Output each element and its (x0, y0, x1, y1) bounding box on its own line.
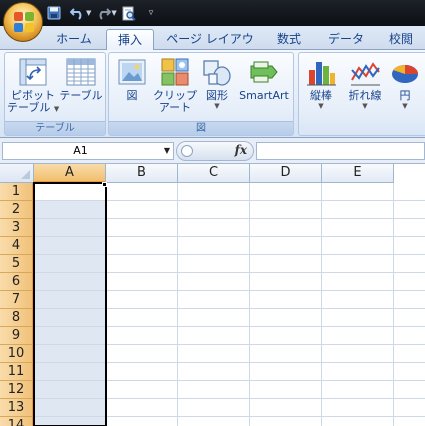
group-label-illustrations: 図 (109, 121, 293, 135)
row-header-2[interactable]: 2 (0, 201, 34, 219)
customize-toolbar-icon[interactable]: ▿ (149, 8, 154, 18)
table-label: テーブル (59, 89, 103, 102)
selection-border (33, 182, 107, 426)
row-header-3[interactable]: 3 (0, 219, 34, 237)
row-header-4[interactable]: 4 (0, 237, 34, 255)
grid-column-line (321, 183, 322, 426)
insert-function-button[interactable]: fx (235, 143, 247, 157)
undo-dropdown-icon[interactable]: ▼ (86, 9, 91, 17)
table-icon (65, 56, 97, 88)
tab-formulas[interactable]: 数式 (266, 29, 312, 50)
smartart-label: SmartArt (239, 89, 289, 102)
shapes-icon (201, 56, 233, 88)
redo-button[interactable] (95, 5, 112, 21)
column-chart-icon (305, 56, 337, 88)
row-header-6[interactable]: 6 (0, 273, 34, 291)
name-box-value: A1 (73, 144, 88, 157)
select-all-button[interactable] (0, 164, 34, 183)
column-chart-button[interactable]: 縦棒 ▼ (301, 56, 341, 110)
picture-label: 図 (126, 89, 138, 102)
smartart-button[interactable]: SmartArt (237, 56, 291, 102)
line-chart-icon (349, 56, 381, 88)
pivot-table-icon (17, 56, 49, 88)
ribbon-group-tables: ピボット テーブル ▼ テーブル テーブル (4, 52, 106, 136)
row-header-7[interactable]: 7 (0, 291, 34, 309)
column-chart-dropdown-icon: ▼ (318, 102, 324, 110)
pie-chart-label: 円 (399, 89, 411, 102)
row-header-9[interactable]: 9 (0, 327, 34, 345)
ribbon-group-illustrations: 図 クリップ アート 図形 ▼ SmartArt 図 (108, 52, 294, 136)
grid-column-line (393, 183, 394, 426)
smartart-icon (248, 56, 280, 88)
tab-data[interactable]: データ (320, 29, 372, 50)
office-button[interactable] (3, 2, 43, 42)
line-chart-dropdown-icon: ▼ (362, 102, 368, 110)
row-header-10[interactable]: 10 (0, 345, 34, 363)
save-button[interactable] (46, 5, 62, 21)
clip-art-icon (159, 56, 191, 88)
grid-column-line (249, 183, 250, 426)
undo-icon (70, 8, 82, 20)
column-header-b[interactable]: B (106, 164, 178, 183)
clip-art-button[interactable]: クリップ アート (153, 56, 197, 114)
insert-function-area: fx (176, 141, 254, 161)
group-label-tables: テーブル (5, 121, 105, 135)
print-preview-button[interactable] (121, 5, 137, 21)
picture-icon (116, 56, 148, 88)
line-chart-label: 折れ線 (348, 89, 382, 102)
column-header-e[interactable]: E (322, 164, 394, 183)
shapes-label: 図形 (206, 89, 228, 102)
pivot-table-button[interactable]: ピボット テーブル ▼ (7, 56, 59, 115)
pivot-table-label-2-text: テーブル (7, 101, 51, 114)
pie-chart-icon (389, 56, 421, 88)
formula-bar-resize-handle[interactable] (181, 145, 193, 157)
pie-chart-dropdown-icon: ▼ (402, 102, 408, 110)
quick-access-toolbar: ▼ ▼ ▿ (46, 4, 153, 22)
undo-button[interactable] (70, 5, 86, 21)
row-header-1[interactable]: 1 (0, 183, 34, 201)
row-header-14[interactable]: 14 (0, 417, 34, 426)
row-header-5[interactable]: 5 (0, 255, 34, 273)
pie-chart-button[interactable]: 円 ▼ (387, 56, 423, 110)
column-header-c[interactable]: C (178, 164, 250, 183)
ribbon: ピボット テーブル ▼ テーブル テーブル 図 クリップ アート 図形 ▼ Sm… (0, 50, 425, 138)
tab-page-layout[interactable]: ページ レイアウト (162, 29, 258, 66)
save-icon (47, 6, 61, 20)
column-header-a[interactable]: A (34, 164, 106, 183)
ribbon-group-charts: 縦棒 ▼ 折れ線 ▼ 円 ▼ (298, 52, 425, 136)
formula-input[interactable] (256, 142, 425, 160)
row-header-12[interactable]: 12 (0, 381, 34, 399)
clip-art-label-2: アート (158, 101, 192, 114)
tab-home[interactable]: ホーム (48, 29, 100, 50)
print-preview-icon (122, 6, 136, 21)
row-header-8[interactable]: 8 (0, 309, 34, 327)
office-logo-icon (14, 12, 34, 32)
tab-review[interactable]: 校閲 (380, 29, 422, 50)
grid-column-line (177, 183, 178, 426)
picture-button[interactable]: 図 (113, 56, 151, 102)
shapes-dropdown-icon: ▼ (214, 102, 220, 110)
table-button[interactable]: テーブル (57, 56, 105, 102)
line-chart-button[interactable]: 折れ線 ▼ (343, 56, 387, 110)
shapes-button[interactable]: 図形 ▼ (199, 56, 235, 110)
title-bar: ▼ ▼ ▿ (0, 0, 425, 26)
row-header-13[interactable]: 13 (0, 399, 34, 417)
redo-dropdown-icon[interactable]: ▼ (111, 9, 116, 17)
row-header-11[interactable]: 11 (0, 363, 34, 381)
formula-bar: A1 ▼ fx (0, 138, 425, 164)
name-box[interactable]: A1 ▼ (2, 142, 174, 160)
column-chart-label: 縦棒 (310, 89, 332, 102)
redo-icon (100, 8, 112, 20)
name-box-dropdown-icon[interactable]: ▼ (164, 143, 170, 159)
ribbon-tab-bar: ホーム 挿入 ページ レイアウト 数式 データ 校閲 (0, 26, 425, 66)
worksheet-grid[interactable]: ABCDE 1 2 3 4 5 6 7 8 9 10 11 12 13 14 (0, 164, 425, 426)
tab-insert[interactable]: 挿入 (106, 29, 154, 51)
column-header-d[interactable]: D (250, 164, 322, 183)
pivot-table-label-2: テーブル ▼ (7, 101, 60, 114)
fill-handle[interactable] (102, 182, 107, 187)
